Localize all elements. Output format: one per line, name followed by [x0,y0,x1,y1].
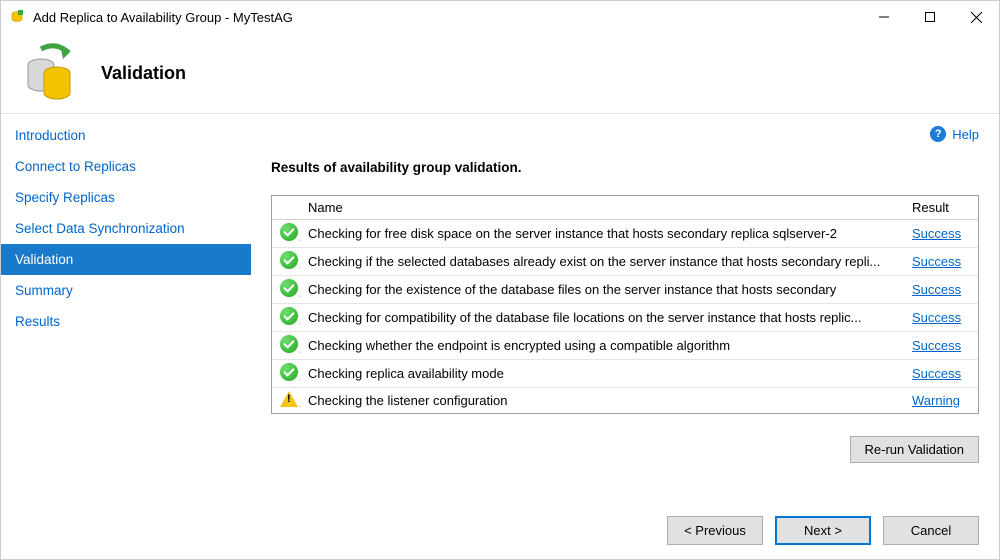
wizard-step[interactable]: Summary [1,275,251,306]
main-panel: ? Help Results of availability group val… [251,114,999,502]
next-button[interactable]: Next > [775,516,871,545]
validation-result: Warning [904,388,978,414]
table-row: Checking replica availability mode Succes… [272,360,978,388]
column-header-icon [272,196,300,220]
validation-name: Checking whether the endpoint is encrypt… [300,332,904,360]
footer: < Previous Next > Cancel [1,502,999,559]
validation-name: Checking the listener configuration [300,388,904,414]
wizard-step[interactable]: Introduction [1,120,251,151]
validation-result: Success [904,304,978,332]
result-link[interactable]: Success [912,338,961,353]
help-icon[interactable]: ? [930,126,946,142]
wizard-window: Add Replica to Availability Group - MyTe… [0,0,1000,560]
result-link[interactable]: Success [912,282,961,297]
validation-name: Checking for the existence of the databa… [300,276,904,304]
result-link[interactable]: Warning [912,393,960,408]
window-controls [861,1,999,33]
help-link[interactable]: Help [952,127,979,142]
body: IntroductionConnect to ReplicasSpecify R… [1,113,999,502]
table-row: Checking if the selected databases alrea… [272,248,978,276]
result-link[interactable]: Success [912,254,961,269]
success-icon [272,332,300,360]
wizard-step[interactable]: Specify Replicas [1,182,251,213]
result-link[interactable]: Success [912,226,961,241]
validation-table: Name Result Checking for free disk space… [271,195,979,414]
wizard-step[interactable]: Connect to Replicas [1,151,251,182]
column-header-result: Result [904,196,978,220]
validation-result: Success [904,248,978,276]
database-arrow-icon [21,43,81,103]
success-icon [272,220,300,248]
validation-name: Checking if the selected databases alrea… [300,248,904,276]
table-row: Checking for the existence of the databa… [272,276,978,304]
help-row: ? Help [271,126,979,142]
result-link[interactable]: Success [912,366,961,381]
validation-name: Checking for compatibility of the databa… [300,304,904,332]
page-title: Validation [101,63,186,84]
success-icon [272,360,300,388]
validation-result: Success [904,332,978,360]
validation-name: Checking for free disk space on the serv… [300,220,904,248]
success-icon [272,248,300,276]
wizard-step[interactable]: Validation [1,244,251,275]
close-button[interactable] [953,1,999,33]
maximize-button[interactable] [907,1,953,33]
results-title: Results of availability group validation… [271,160,979,175]
column-header-name: Name [300,196,904,220]
table-row: Checking for free disk space on the serv… [272,220,978,248]
validation-result: Success [904,276,978,304]
wizard-step[interactable]: Results [1,306,251,337]
rerun-row: Re-run Validation [271,436,979,463]
warning-icon [272,388,300,414]
validation-name: Checking replica availability mode [300,360,904,388]
result-link[interactable]: Success [912,310,961,325]
validation-result: Success [904,220,978,248]
success-icon [272,276,300,304]
wizard-steps-sidebar: IntroductionConnect to ReplicasSpecify R… [1,114,251,502]
cancel-button[interactable]: Cancel [883,516,979,545]
app-icon [9,9,25,25]
success-icon [272,304,300,332]
previous-button[interactable]: < Previous [667,516,763,545]
minimize-button[interactable] [861,1,907,33]
table-row: Checking the listener configuration Warni… [272,388,978,414]
window-title: Add Replica to Availability Group - MyTe… [33,10,861,25]
validation-result: Success [904,360,978,388]
table-row: Checking whether the endpoint is encrypt… [272,332,978,360]
rerun-validation-button[interactable]: Re-run Validation [850,436,979,463]
wizard-step[interactable]: Select Data Synchronization [1,213,251,244]
titlebar: Add Replica to Availability Group - MyTe… [1,1,999,33]
table-row: Checking for compatibility of the databa… [272,304,978,332]
header: Validation [1,33,999,113]
